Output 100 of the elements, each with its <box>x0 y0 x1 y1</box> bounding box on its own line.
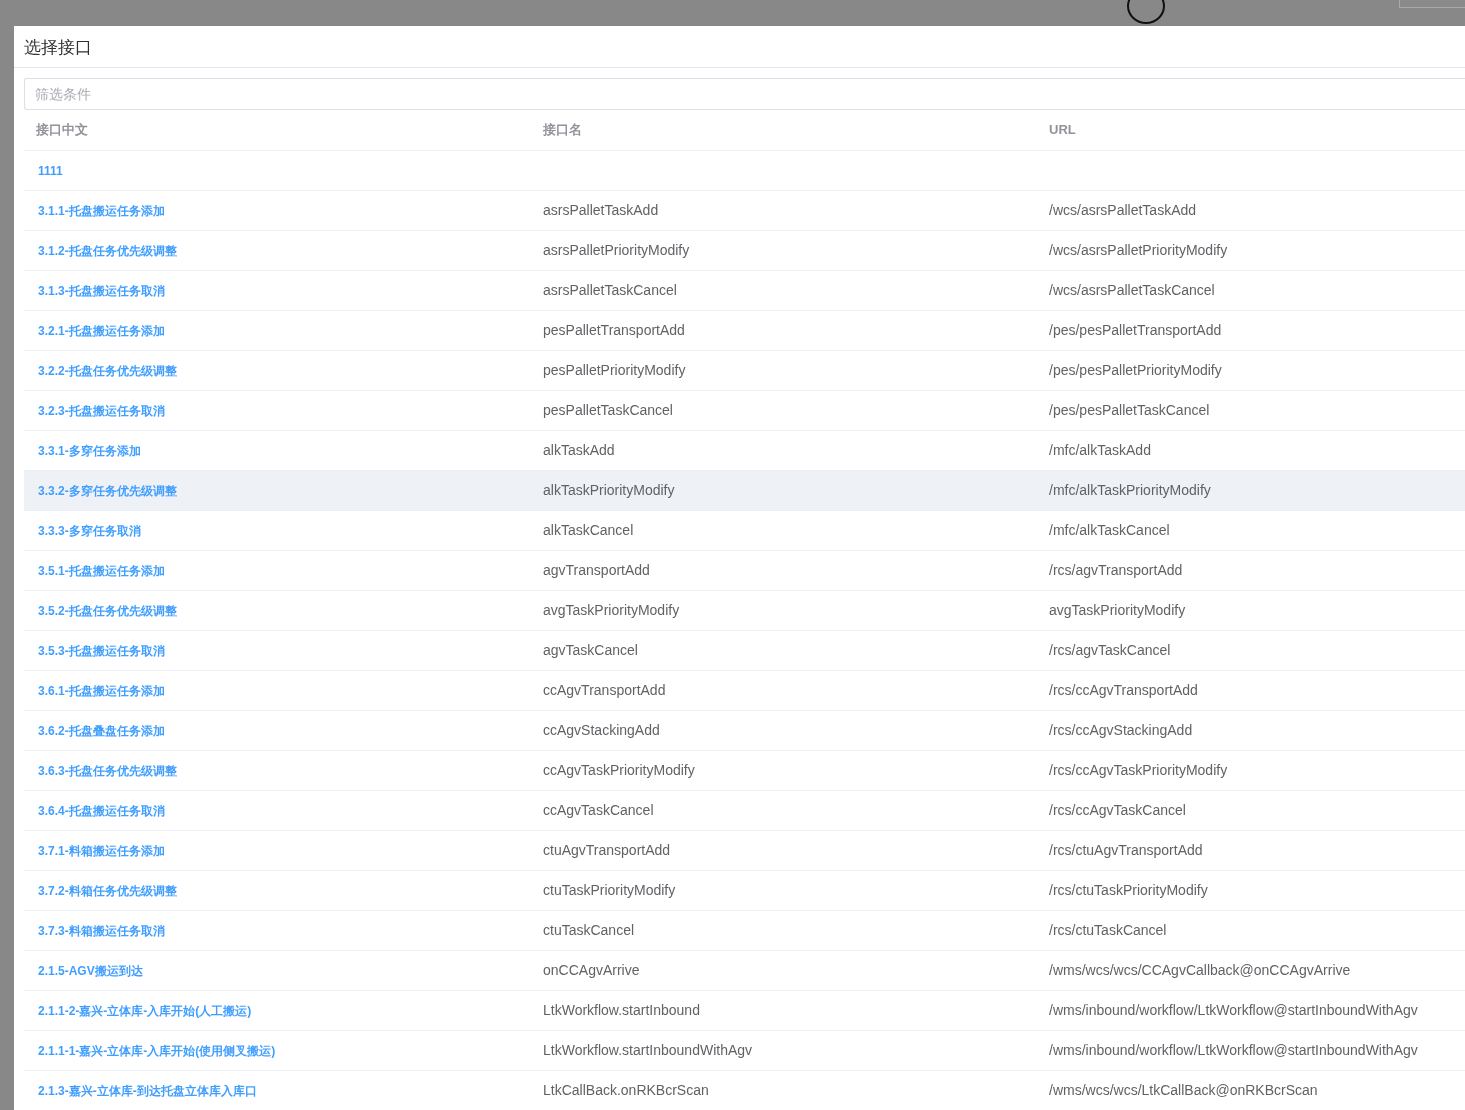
panel-edge <box>1399 0 1465 8</box>
interface-link[interactable]: 2.1.1-2-嘉兴-立体库-入库开始(人工搬运) <box>38 1003 252 1018</box>
column-header: 接口中文 <box>36 122 88 138</box>
interface-link[interactable]: 3.1.1-托盘搬运任务添加 <box>38 203 165 218</box>
interface-link[interactable]: 3.5.1-托盘搬运任务添加 <box>38 563 165 578</box>
interface-name: onCCAgvArrive <box>543 961 640 978</box>
interface-link[interactable]: 3.5.3-托盘搬运任务取消 <box>38 643 165 658</box>
interface-name: LtkWorkflow.startInboundWithAgv <box>543 1041 753 1058</box>
table-row[interactable]: 2.1.1-1-嘉兴-立体库-入库开始(使用侧叉搬运) LtkWorkflow.startInboundWithAgv /wms/inbound/workflow/LtkWorkflow@startInboundWithAgv <box>24 1030 1465 1071</box>
interface-url: /rcs/ccAgvStackingAdd <box>1049 721 1193 738</box>
interface-url: /rcs/ccAgvTransportAdd <box>1049 681 1198 698</box>
interface-url: avgTaskPriorityModify <box>1049 601 1186 618</box>
table-row[interactable]: 3.5.2-托盘任务优先级调整 avgTaskPriorityModify avgTaskPriorityModify <box>24 590 1465 631</box>
interface-link[interactable]: 3.6.1-托盘搬运任务添加 <box>38 683 165 698</box>
interface-url: /pes/pesPalletTaskCancel <box>1049 401 1210 418</box>
interface-link[interactable]: 3.3.1-多穿任务添加 <box>38 443 141 458</box>
interface-url: /wms/wcs/wcs/LtkCallBack@onRKBcrScan <box>1049 1081 1318 1098</box>
interface-name: ccAgvTaskCancel <box>543 801 654 818</box>
table-row[interactable]: 2.1.5-AGV搬运到达 onCCAgvArrive /wms/wcs/wcs/CCAgvCallback@onCCAgvArrive <box>24 950 1465 991</box>
table-row[interactable]: 3.5.1-托盘搬运任务添加 agvTransportAdd /rcs/agvTransportAdd <box>24 550 1465 591</box>
interface-name: agvTaskCancel <box>543 641 638 658</box>
table-row[interactable]: 2.1.1-2-嘉兴-立体库-入库开始(人工搬运) LtkWorkflow.startInbound /wms/inbound/workflow/LtkWorkflow@startInboundWithAgv <box>24 990 1465 1031</box>
interface-link[interactable]: 3.7.2-料箱任务优先级调整 <box>38 883 177 898</box>
interface-url: /rcs/ctuAgvTransportAdd <box>1049 841 1203 858</box>
interface-link[interactable]: 3.7.3-料箱搬运任务取消 <box>38 923 165 938</box>
interface-link[interactable]: 3.3.2-多穿任务优先级调整 <box>38 483 177 498</box>
interface-link[interactable]: 3.2.3-托盘搬运任务取消 <box>38 403 165 418</box>
table-row[interactable]: 3.3.1-多穿任务添加 alkTaskAdd /mfc/alkTaskAdd <box>24 430 1465 471</box>
interface-url: /pes/pesPalletTransportAdd <box>1049 321 1222 338</box>
table-row[interactable]: 3.5.3-托盘搬运任务取消 agvTaskCancel /rcs/agvTaskCancel <box>24 630 1465 671</box>
filter-field[interactable]: 筛选条件 <box>24 78 1465 111</box>
interface-name: asrsPalletTaskAdd <box>543 201 659 218</box>
table-row[interactable]: 2.1.3-嘉兴-立体库-到达托盘立体库入库口 LtkCallBack.onRKBcrScan /wms/wcs/wcs/LtkCallBack@onRKBcrScan <box>24 1070 1465 1110</box>
interface-name: ctuTaskCancel <box>543 921 635 938</box>
column-header: 接口名 <box>543 122 582 138</box>
table-row[interactable]: 3.7.3-料箱搬运任务取消 ctuTaskCancel /rcs/ctuTaskCancel <box>24 910 1465 951</box>
interface-link[interactable]: 2.1.1-1-嘉兴-立体库-入库开始(使用侧叉搬运) <box>38 1043 276 1058</box>
interface-link[interactable]: 3.6.2-托盘叠盘任务添加 <box>38 723 165 738</box>
interface-url: /mfc/alkTaskCancel <box>1049 521 1170 538</box>
interface-url: /rcs/ccAgvTaskPriorityModify <box>1049 761 1228 778</box>
interface-link[interactable]: 3.1.3-托盘搬运任务取消 <box>38 283 165 298</box>
interface-url: /wms/wcs/wcs/CCAgvCallback@onCCAgvArrive <box>1049 961 1351 978</box>
interface-url: /wms/inbound/workflow/LtkWorkflow@startInboundWithAgv <box>1049 1001 1418 1018</box>
interface-name: ctuAgvTransportAdd <box>543 841 671 858</box>
interface-name: avgTaskPriorityModify <box>543 601 680 618</box>
interface-link[interactable]: 3.2.2-托盘任务优先级调整 <box>38 363 177 378</box>
interface-link[interactable]: 3.2.1-托盘搬运任务添加 <box>38 323 165 338</box>
interface-name: ccAgvStackingAdd <box>543 721 660 738</box>
interface-name: pesPalletTransportAdd <box>543 321 685 338</box>
interface-url: /wcs/asrsPalletTaskAdd <box>1049 201 1197 218</box>
interface-link[interactable]: 3.1.2-托盘任务优先级调整 <box>38 243 177 258</box>
interface-url: /pes/pesPalletPriorityModify <box>1049 361 1222 378</box>
table-row[interactable]: 3.3.2-多穿任务优先级调整 alkTaskPriorityModify /mfc/alkTaskPriorityModify <box>24 470 1465 511</box>
interface-link[interactable]: 3.3.3-多穿任务取消 <box>38 523 141 538</box>
interface-link[interactable]: 3.6.3-托盘任务优先级调整 <box>38 763 177 778</box>
interface-url: /mfc/alkTaskAdd <box>1049 441 1151 458</box>
interface-link[interactable]: 3.6.4-托盘搬运任务取消 <box>38 803 165 818</box>
table-row[interactable]: 3.7.1-料箱搬运任务添加 ctuAgvTransportAdd /rcs/ctuAgvTransportAdd <box>24 830 1465 871</box>
interface-name: alkTaskPriorityModify <box>543 481 675 498</box>
interface-name: LtkCallBack.onRKBcrScan <box>543 1081 709 1098</box>
interface-url: /wcs/asrsPalletPriorityModify <box>1049 241 1228 258</box>
table-row[interactable]: 3.1.1-托盘搬运任务添加 asrsPalletTaskAdd /wcs/asrsPalletTaskAdd <box>24 190 1465 231</box>
interface-url: /rcs/ctuTaskCancel <box>1049 921 1167 938</box>
interface-url: /rcs/agvTransportAdd <box>1049 561 1183 578</box>
interface-url: /rcs/ccAgvTaskCancel <box>1049 801 1186 818</box>
interface-name: pesPalletTaskCancel <box>543 401 673 418</box>
column-header: URL <box>1049 122 1076 138</box>
interface-name: agvTransportAdd <box>543 561 650 578</box>
interface-link[interactable]: 3.5.2-托盘任务优先级调整 <box>38 603 177 618</box>
interface-link[interactable]: 2.1.5-AGV搬运到达 <box>38 963 143 978</box>
interface-url: /mfc/alkTaskPriorityModify <box>1049 481 1211 498</box>
table-row[interactable]: 3.3.3-多穿任务取消 alkTaskCancel /mfc/alkTaskCancel <box>24 510 1465 551</box>
interface-name: alkTaskCancel <box>543 521 634 538</box>
table-row[interactable]: 3.2.2-托盘任务优先级调整 pesPalletPriorityModify /pes/pesPalletPriorityModify <box>24 350 1465 391</box>
interface-name: pesPalletPriorityModify <box>543 361 686 378</box>
interface-name: alkTaskAdd <box>543 441 615 458</box>
interface-name: ctuTaskPriorityModify <box>543 881 676 898</box>
table-row[interactable]: 3.2.1-托盘搬运任务添加 pesPalletTransportAdd /pes/pesPalletTransportAdd <box>24 310 1465 351</box>
interface-name: asrsPalletTaskCancel <box>543 281 677 298</box>
interface-link[interactable]: 1111 <box>38 163 63 178</box>
table-row[interactable]: 3.6.3-托盘任务优先级调整 ccAgvTaskPriorityModify /rcs/ccAgvTaskPriorityModify <box>24 750 1465 791</box>
interface-link[interactable]: 2.1.3-嘉兴-立体库-到达托盘立体库入库口 <box>38 1083 257 1098</box>
interface-name: LtkWorkflow.startInbound <box>543 1001 700 1018</box>
interface-link[interactable]: 3.7.1-料箱搬运任务添加 <box>38 843 165 858</box>
table-row[interactable]: 1111 <box>24 150 1465 191</box>
table-row[interactable]: 3.1.3-托盘搬运任务取消 asrsPalletTaskCancel /wcs/asrsPalletTaskCancel <box>24 270 1465 311</box>
interface-url: /rcs/ctuTaskPriorityModify <box>1049 881 1208 898</box>
table-row[interactable]: 3.6.2-托盘叠盘任务添加 ccAgvStackingAdd /rcs/ccAgvStackingAdd <box>24 710 1465 751</box>
table-row[interactable]: 3.1.2-托盘任务优先级调整 asrsPalletPriorityModify /wcs/asrsPalletPriorityModify <box>24 230 1465 271</box>
interface-url: /wcs/asrsPalletTaskCancel <box>1049 281 1215 298</box>
interface-name: ccAgvTransportAdd <box>543 681 666 698</box>
table-row[interactable]: 3.2.3-托盘搬运任务取消 pesPalletTaskCancel /pes/pesPalletTaskCancel <box>24 390 1465 431</box>
interface-url: /wms/inbound/workflow/LtkWorkflow@startInboundWithAgv <box>1049 1041 1418 1058</box>
table-row[interactable]: 3.7.2-料箱任务优先级调整 ctuTaskPriorityModify /rcs/ctuTaskPriorityModify <box>24 870 1465 911</box>
interface-url: /rcs/agvTaskCancel <box>1049 641 1171 658</box>
table-row[interactable]: 3.6.1-托盘搬运任务添加 ccAgvTransportAdd /rcs/ccAgvTransportAdd <box>24 670 1465 711</box>
dialog-title: 选择接口 <box>24 38 93 59</box>
interface-name: ccAgvTaskPriorityModify <box>543 761 695 778</box>
interface-name: asrsPalletPriorityModify <box>543 241 690 258</box>
table-row[interactable]: 3.6.4-托盘搬运任务取消 ccAgvTaskCancel /rcs/ccAgvTaskCancel <box>24 790 1465 831</box>
